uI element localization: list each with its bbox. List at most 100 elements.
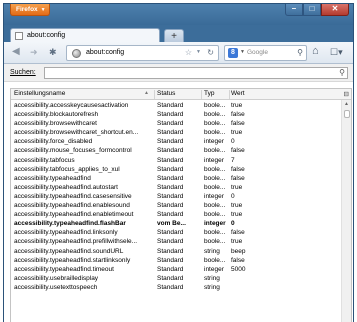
table-row[interactable]: accessibility.typeaheadfind.casesensitiv… <box>11 192 343 201</box>
table-row[interactable]: accessibility.blockautorefresh Standard bo… <box>11 110 343 119</box>
pref-name: accessibility.accesskeycausesactivation <box>14 102 129 109</box>
table-row[interactable]: accessibility.typeaheadfind.timeout Stand… <box>11 265 343 274</box>
pref-value: 0 <box>231 138 235 146</box>
table-row[interactable]: accessibility.accesskeycausesactivation S… <box>11 101 343 110</box>
column-header-status[interactable]: Status <box>157 90 175 97</box>
pref-name: accessibility.mouse_focuses_formcontrol <box>14 147 132 155</box>
filter-row: Suchen: ⚲ <box>4 64 353 82</box>
firefox-menu-button[interactable]: Firefox ▼ <box>10 4 50 16</box>
table-row[interactable]: accessibility.usebrailledisplay Standard s… <box>11 274 343 283</box>
table-row[interactable]: accessibility.typeaheadfind.linksonly Sta… <box>11 228 343 237</box>
pref-type: boole... <box>204 238 226 246</box>
table-header: Einstellungsname ▲ Status Typ Wert ⊟ <box>11 89 351 100</box>
pref-value: 5000 <box>231 265 246 273</box>
pref-value: true <box>231 129 243 137</box>
table-row[interactable]: accessibility.typeaheadfind.enabletimeou… <box>11 210 343 219</box>
column-header-name[interactable]: Einstellungsname <box>14 90 65 97</box>
column-header-value[interactable]: Wert <box>231 90 245 97</box>
table-row[interactable]: accessibility.typeaheadfind Standard boole… <box>11 174 343 183</box>
pref-name: accessibility.usebrailledisplay <box>14 274 99 282</box>
home-icon[interactable]: ⌂ <box>312 46 319 57</box>
table-row[interactable]: accessibility.tabfocus Standard integer 7 <box>11 156 343 165</box>
scrollbar-thumb[interactable] <box>344 110 350 118</box>
column-picker-icon[interactable]: ⊟ <box>344 90 349 98</box>
pref-status: Standard <box>157 283 184 291</box>
table-row[interactable]: accessibility.browsewithcaret Standard boo… <box>11 119 343 128</box>
pref-name: accessibility.typeaheadfind.autostart <box>14 183 118 191</box>
pref-name: accessibility.typeaheadfind.enablesound <box>14 202 130 210</box>
window-controls: – □ ✕ <box>285 4 349 16</box>
forward-arrow-icon[interactable]: ➜ <box>30 47 38 57</box>
pref-type: boole... <box>204 211 226 219</box>
address-bar[interactable]: about:config ☆ ▼ ↻ <box>66 45 219 61</box>
search-bar[interactable]: 8 ▼ Google ⚲ <box>224 45 307 61</box>
pref-type: integer <box>204 138 224 146</box>
bookmark-star-icon[interactable]: ☆ <box>185 48 192 57</box>
column-separator[interactable] <box>201 90 202 99</box>
table-row[interactable]: accessibility.force_disabled Standard inte… <box>11 137 343 146</box>
filter-input[interactable]: ⚲ <box>44 67 348 79</box>
pref-status: Standard <box>157 192 184 200</box>
menu-icon[interactable]: ☐▾ <box>330 46 350 59</box>
pref-status: Standard <box>157 274 184 282</box>
table-row[interactable]: accessibility.typeaheadfind.soundURL Stan… <box>11 247 343 256</box>
back-arrow-icon[interactable]: ◀ <box>12 47 20 57</box>
close-button[interactable]: ✕ <box>321 4 349 16</box>
reload-icon[interactable]: ↻ <box>207 48 214 57</box>
preferences-rows: accessibility.accesskeycausesactivation S… <box>11 101 343 292</box>
site-identity-icon[interactable] <box>72 49 81 58</box>
pref-status: Standard <box>157 120 184 128</box>
table-row[interactable]: accessibility.mouse_focuses_formcontrol S… <box>11 146 343 155</box>
minimize-button[interactable]: – <box>285 4 303 16</box>
pref-type: boole... <box>204 202 226 210</box>
pref-name: accessibility.usetexttospeech <box>14 283 98 291</box>
page-icon <box>15 32 23 40</box>
scroll-up-icon[interactable]: ▲ <box>344 101 349 107</box>
filter-label: Suchen: <box>10 69 36 76</box>
table-row[interactable]: accessibility.browsewithcaret_shortcut.e… <box>11 128 343 137</box>
firefox-menu-label: Firefox <box>16 6 38 13</box>
pref-value: 0 <box>231 192 235 200</box>
history-dropdown-icon[interactable]: ▼ <box>196 49 201 55</box>
pref-status: Standard <box>157 238 184 246</box>
pref-name: accessibility.tabfocus <box>14 156 75 164</box>
maximize-button[interactable]: □ <box>303 4 321 16</box>
pref-value: beep <box>231 247 246 255</box>
table-row[interactable]: accessibility.typeaheadfind.startlinkson… <box>11 256 343 265</box>
pref-status: Standard <box>157 256 184 264</box>
table-row[interactable]: accessibility.typeaheadfind.prefillwiths… <box>11 237 343 246</box>
table-row[interactable]: accessibility.tabfocus_applies_to_xul Sta… <box>11 165 343 174</box>
pref-type: boole... <box>204 129 226 137</box>
table-row[interactable]: accessibility.usetexttospeech Standard str… <box>11 283 343 292</box>
column-separator[interactable] <box>229 90 230 99</box>
table-row[interactable]: accessibility.typeaheadfind.autostart Sta… <box>11 183 343 192</box>
pref-type: boole... <box>204 183 226 191</box>
pref-status: Standard <box>157 174 184 182</box>
pref-value: true <box>231 183 243 191</box>
pref-status: Standard <box>157 265 184 273</box>
pref-status: Standard <box>157 156 184 164</box>
pref-name: accessibility.typeaheadfind.flashBar <box>14 220 126 228</box>
pref-type: boole... <box>204 120 226 128</box>
search-placeholder: Google <box>247 49 268 56</box>
search-engine-dropdown-icon[interactable]: ▼ <box>240 49 245 55</box>
pref-name: accessibility.browsewithcaret <box>14 120 97 128</box>
table-row[interactable]: accessibility.typeaheadfind.enablesound S… <box>11 201 343 210</box>
new-tab-button[interactable]: + <box>164 29 184 43</box>
navigation-toolbar: ◀ ➜ ✱ about:config ☆ ▼ ↻ 8 ▼ Google ⚲ ⌂ … <box>4 42 353 64</box>
magnifier-icon[interactable]: ⚲ <box>339 68 345 78</box>
magnifier-icon[interactable]: ⚲ <box>297 48 303 57</box>
column-header-type[interactable]: Typ <box>204 90 214 97</box>
table-row[interactable]: accessibility.typeaheadfind.flashBar vom … <box>11 219 343 228</box>
pref-name: accessibility.browsewithcaret_shortcut.e… <box>14 129 139 137</box>
pref-status: Standard <box>157 129 184 137</box>
tab-about-config[interactable]: about:config <box>10 28 160 43</box>
gear-icon[interactable]: ✱ <box>49 47 57 57</box>
pref-value: true <box>231 102 243 109</box>
pref-value: true <box>231 211 243 219</box>
pref-status: Standard <box>157 211 184 219</box>
column-separator[interactable] <box>154 90 155 99</box>
search-engine-icon[interactable]: 8 <box>228 48 238 58</box>
pref-name: accessibility.typeaheadfind.casesensitiv… <box>14 192 132 200</box>
vertical-scrollbar[interactable]: ▲ <box>341 100 351 322</box>
